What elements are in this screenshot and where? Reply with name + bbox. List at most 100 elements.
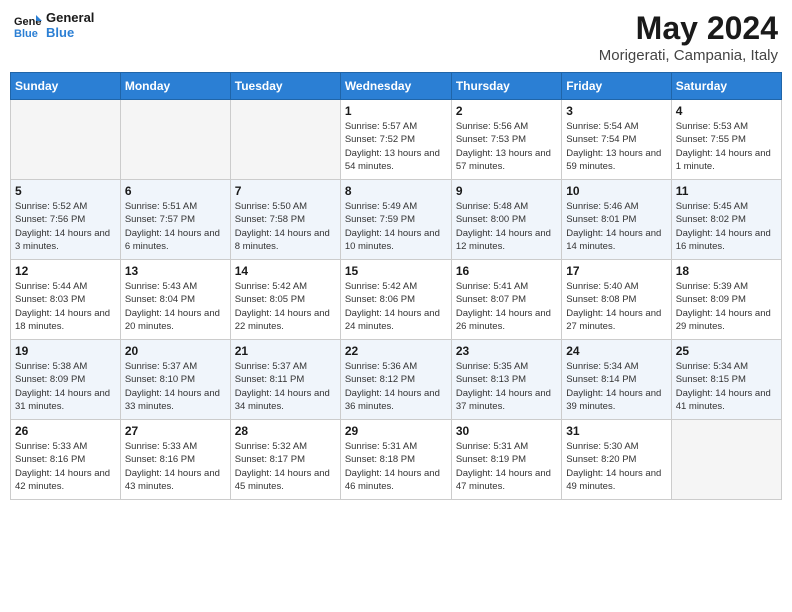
cell-info: Sunrise: 5:38 AM Sunset: 8:09 PM Dayligh…	[15, 360, 116, 413]
day-number: 13	[125, 264, 226, 278]
cell-info: Sunrise: 5:50 AM Sunset: 7:58 PM Dayligh…	[235, 200, 336, 253]
cell-info: Sunrise: 5:41 AM Sunset: 8:07 PM Dayligh…	[456, 280, 557, 333]
cell-info: Sunrise: 5:33 AM Sunset: 8:16 PM Dayligh…	[15, 440, 116, 493]
day-number: 25	[676, 344, 777, 358]
calendar-cell: 22 Sunrise: 5:36 AM Sunset: 8:12 PM Dayli…	[340, 340, 451, 420]
calendar-cell: 8Sunrise: 5:49 AM Sunset: 7:59 PM Daylig…	[340, 180, 451, 260]
cell-info: Sunrise: 5:40 AM Sunset: 8:08 PM Dayligh…	[566, 280, 666, 333]
day-number: 10	[566, 184, 666, 198]
calendar-cell: 31 Sunrise: 5:30 AM Sunset: 8:20 PM Dayli…	[562, 420, 671, 500]
day-number: 12	[15, 264, 116, 278]
day-number: 31	[566, 424, 666, 438]
calendar-week-row: 12Sunrise: 5:44 AM Sunset: 8:03 PM Dayli…	[11, 260, 782, 340]
logo-icon: General Blue	[14, 11, 42, 39]
calendar-week-row: 1Sunrise: 5:57 AM Sunset: 7:52 PM Daylig…	[11, 100, 782, 180]
day-number: 29	[345, 424, 447, 438]
month-year: May 2024	[599, 10, 778, 47]
calendar-cell: 4 Sunrise: 5:53 AM Sunset: 7:55 PM Daylig…	[671, 100, 781, 180]
cell-info: Sunrise: 5:31 AM Sunset: 8:18 PM Dayligh…	[345, 440, 447, 493]
calendar-cell: 14Sunrise: 5:42 AM Sunset: 8:05 PM Dayli…	[230, 260, 340, 340]
calendar-cell: 12Sunrise: 5:44 AM Sunset: 8:03 PM Dayli…	[11, 260, 121, 340]
page-header: General Blue General Blue May 2024 Morig…	[10, 10, 782, 64]
day-number: 2	[456, 104, 557, 118]
calendar-table: SundayMondayTuesdayWednesdayThursdayFrid…	[10, 72, 782, 500]
day-number: 27	[125, 424, 226, 438]
cell-info: Sunrise: 5:32 AM Sunset: 8:17 PM Dayligh…	[235, 440, 336, 493]
cell-info: Sunrise: 5:51 AM Sunset: 7:57 PM Dayligh…	[125, 200, 226, 253]
weekday-header: Thursday	[451, 73, 561, 100]
title-block: May 2024 Morigerati, Campania, Italy	[599, 10, 778, 64]
calendar-cell: 9Sunrise: 5:48 AM Sunset: 8:00 PM Daylig…	[451, 180, 561, 260]
calendar-cell: 25 Sunrise: 5:34 AM Sunset: 8:15 PM Dayli…	[671, 340, 781, 420]
cell-info: Sunrise: 5:37 AM Sunset: 8:10 PM Dayligh…	[125, 360, 226, 413]
calendar-week-row: 5 Sunrise: 5:52 AM Sunset: 7:56 PM Daylig…	[11, 180, 782, 260]
weekday-header: Tuesday	[230, 73, 340, 100]
cell-info: Sunrise: 5:39 AM Sunset: 8:09 PM Dayligh…	[676, 280, 777, 333]
weekday-header: Wednesday	[340, 73, 451, 100]
calendar-cell	[230, 100, 340, 180]
weekday-header-row: SundayMondayTuesdayWednesdayThursdayFrid…	[11, 73, 782, 100]
day-number: 1	[345, 104, 447, 118]
calendar-cell: 27Sunrise: 5:33 AM Sunset: 8:16 PM Dayli…	[120, 420, 230, 500]
calendar-cell: 21 Sunrise: 5:37 AM Sunset: 8:11 PM Dayli…	[230, 340, 340, 420]
calendar-cell: 19 Sunrise: 5:38 AM Sunset: 8:09 PM Dayli…	[11, 340, 121, 420]
cell-info: Sunrise: 5:53 AM Sunset: 7:55 PM Dayligh…	[676, 120, 777, 173]
cell-info: Sunrise: 5:54 AM Sunset: 7:54 PM Dayligh…	[566, 120, 666, 173]
logo-general: General	[46, 10, 94, 25]
calendar-cell: 30 Sunrise: 5:31 AM Sunset: 8:19 PM Dayli…	[451, 420, 561, 500]
calendar-cell: 1Sunrise: 5:57 AM Sunset: 7:52 PM Daylig…	[340, 100, 451, 180]
day-number: 23	[456, 344, 557, 358]
cell-info: Sunrise: 5:52 AM Sunset: 7:56 PM Dayligh…	[15, 200, 116, 253]
cell-info: Sunrise: 5:42 AM Sunset: 8:06 PM Dayligh…	[345, 280, 447, 333]
cell-info: Sunrise: 5:48 AM Sunset: 8:00 PM Dayligh…	[456, 200, 557, 253]
day-number: 28	[235, 424, 336, 438]
calendar-cell: 15Sunrise: 5:42 AM Sunset: 8:06 PM Dayli…	[340, 260, 451, 340]
calendar-cell	[671, 420, 781, 500]
weekday-header: Sunday	[11, 73, 121, 100]
day-number: 16	[456, 264, 557, 278]
day-number: 6	[125, 184, 226, 198]
day-number: 17	[566, 264, 666, 278]
day-number: 18	[676, 264, 777, 278]
calendar-cell: 11Sunrise: 5:45 AM Sunset: 8:02 PM Dayli…	[671, 180, 781, 260]
calendar-cell: 13Sunrise: 5:43 AM Sunset: 8:04 PM Dayli…	[120, 260, 230, 340]
day-number: 22	[345, 344, 447, 358]
cell-info: Sunrise: 5:31 AM Sunset: 8:19 PM Dayligh…	[456, 440, 557, 493]
calendar-cell: 17 Sunrise: 5:40 AM Sunset: 8:08 PM Dayli…	[562, 260, 671, 340]
day-number: 19	[15, 344, 116, 358]
weekday-header: Monday	[120, 73, 230, 100]
cell-info: Sunrise: 5:42 AM Sunset: 8:05 PM Dayligh…	[235, 280, 336, 333]
cell-info: Sunrise: 5:36 AM Sunset: 8:12 PM Dayligh…	[345, 360, 447, 413]
cell-info: Sunrise: 5:34 AM Sunset: 8:15 PM Dayligh…	[676, 360, 777, 413]
calendar-cell: 6 Sunrise: 5:51 AM Sunset: 7:57 PM Daylig…	[120, 180, 230, 260]
calendar-week-row: 19 Sunrise: 5:38 AM Sunset: 8:09 PM Dayli…	[11, 340, 782, 420]
cell-info: Sunrise: 5:49 AM Sunset: 7:59 PM Dayligh…	[345, 200, 447, 253]
day-number: 4	[676, 104, 777, 118]
calendar-cell: 26 Sunrise: 5:33 AM Sunset: 8:16 PM Dayli…	[11, 420, 121, 500]
day-number: 21	[235, 344, 336, 358]
calendar-cell	[120, 100, 230, 180]
svg-text:Blue: Blue	[14, 28, 38, 39]
cell-info: Sunrise: 5:46 AM Sunset: 8:01 PM Dayligh…	[566, 200, 666, 253]
cell-info: Sunrise: 5:30 AM Sunset: 8:20 PM Dayligh…	[566, 440, 666, 493]
calendar-cell: 23 Sunrise: 5:35 AM Sunset: 8:13 PM Dayli…	[451, 340, 561, 420]
location: Morigerati, Campania, Italy	[599, 47, 778, 64]
cell-info: Sunrise: 5:37 AM Sunset: 8:11 PM Dayligh…	[235, 360, 336, 413]
logo: General Blue General Blue	[14, 10, 94, 40]
calendar-cell: 28 Sunrise: 5:32 AM Sunset: 8:17 PM Dayli…	[230, 420, 340, 500]
cell-info: Sunrise: 5:56 AM Sunset: 7:53 PM Dayligh…	[456, 120, 557, 173]
day-number: 7	[235, 184, 336, 198]
day-number: 3	[566, 104, 666, 118]
day-number: 30	[456, 424, 557, 438]
calendar-cell: 16 Sunrise: 5:41 AM Sunset: 8:07 PM Dayli…	[451, 260, 561, 340]
cell-info: Sunrise: 5:35 AM Sunset: 8:13 PM Dayligh…	[456, 360, 557, 413]
weekday-header: Saturday	[671, 73, 781, 100]
day-number: 11	[676, 184, 777, 198]
day-number: 24	[566, 344, 666, 358]
calendar-cell: 29 Sunrise: 5:31 AM Sunset: 8:18 PM Dayli…	[340, 420, 451, 500]
calendar-cell	[11, 100, 121, 180]
day-number: 5	[15, 184, 116, 198]
day-number: 26	[15, 424, 116, 438]
calendar-cell: 20Sunrise: 5:37 AM Sunset: 8:10 PM Dayli…	[120, 340, 230, 420]
calendar-cell: 7 Sunrise: 5:50 AM Sunset: 7:58 PM Daylig…	[230, 180, 340, 260]
